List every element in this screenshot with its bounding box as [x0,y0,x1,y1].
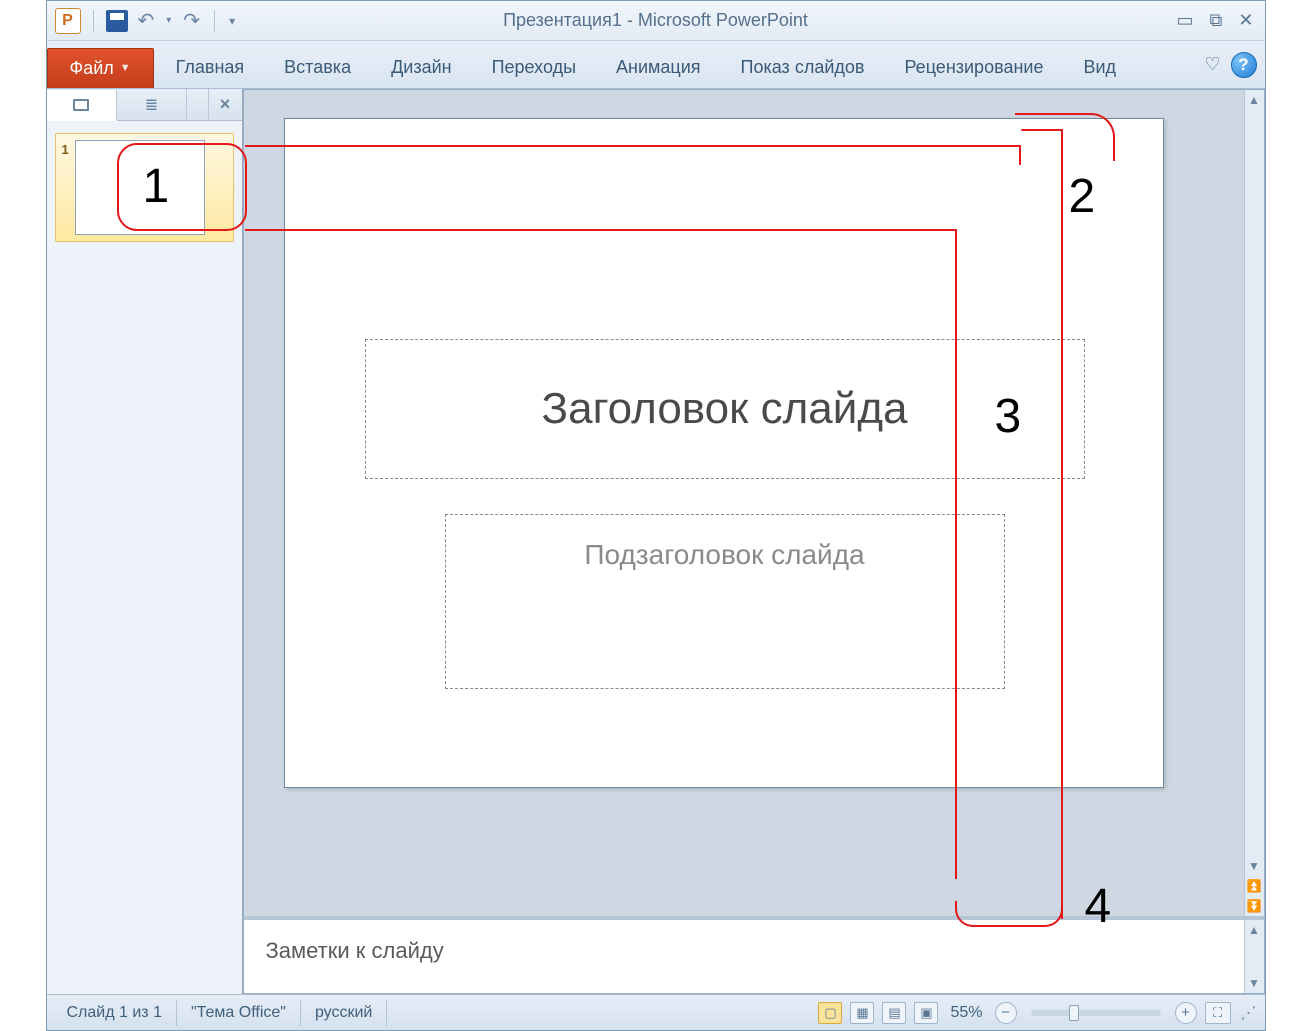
thumbnail-number: 1 [62,140,69,157]
zoom-out-button[interactable]: − [995,1002,1017,1024]
view-slideshow-button[interactable]: ▣ [914,1002,938,1024]
vertical-scrollbar[interactable]: ▲ ▼ ⏫ ⏬ [1244,90,1264,916]
notes-placeholder-text: Заметки к слайду [266,938,444,963]
tab-view[interactable]: Вид [1065,48,1134,88]
file-tab[interactable]: Файл ▼ [47,48,154,88]
undo-dropdown-icon[interactable]: ▾ [164,16,173,26]
undo-icon[interactable]: ↶ [136,11,157,31]
status-slide-count[interactable]: Слайд 1 из 1 [53,1000,177,1026]
zoom-level-label[interactable]: 55% [950,1004,982,1022]
minimize-button[interactable]: ▭ [1174,9,1197,32]
redo-icon[interactable]: ↷ [181,11,202,31]
slide-canvas[interactable]: Заголовок слайда Подзаголовок слайда [284,118,1164,788]
notes-scroll-up-icon[interactable]: ▲ [1245,920,1264,940]
thumbnails-tab-slides[interactable] [47,90,117,121]
scroll-down-icon[interactable]: ▼ [1245,856,1264,876]
ribbon-tabs: Файл ▼ Главная Вставка Дизайн Переходы А… [47,41,1265,89]
scroll-up-icon[interactable]: ▲ [1245,90,1264,110]
status-bar: Слайд 1 из 1 "Тема Office" русский ▢ ▦ ▤… [47,994,1265,1030]
thumbnail-item[interactable]: 1 [55,133,234,242]
subtitle-placeholder-text: Подзаголовок слайда [584,539,864,571]
slide-area: Заголовок слайда Подзаголовок слайда ▲ ▼… [243,89,1265,994]
tab-design[interactable]: Дизайн [373,48,470,88]
qat-separator-2 [214,10,215,32]
zoom-in-button[interactable]: + [1175,1002,1197,1024]
tab-slideshow[interactable]: Показ слайдов [723,48,883,88]
workspace: ≣ × 1 Заголовок слайда Подзаголово [47,89,1265,994]
view-normal-button[interactable]: ▢ [818,1002,842,1024]
customize-qat-icon[interactable]: ▾ [227,15,237,27]
help-button[interactable]: ? [1231,52,1257,78]
tab-animation[interactable]: Анимация [598,48,719,88]
outline-tab-icon: ≣ [145,95,157,115]
thumbnails-list: 1 [47,121,242,994]
thumbnails-tab-outline[interactable]: ≣ [117,89,187,120]
title-placeholder[interactable]: Заголовок слайда [365,339,1085,479]
tab-transitions[interactable]: Переходы [474,48,594,88]
tab-home[interactable]: Главная [158,48,263,88]
qat-separator [93,10,94,32]
title-placeholder-text: Заголовок слайда [542,384,908,434]
notes-scroll-down-icon[interactable]: ▼ [1245,973,1264,993]
thumbnail-preview [75,140,205,235]
resize-grip-icon[interactable]: ⋰ [1239,1003,1259,1023]
status-language[interactable]: русский [301,1000,387,1026]
zoom-slider[interactable] [1031,1010,1161,1016]
status-theme[interactable]: "Тема Office" [177,1000,301,1026]
thumbnails-header: ≣ × [47,89,242,121]
prev-slide-icon[interactable]: ⏫ [1245,876,1264,896]
app-window: P ↶ ▾ ↷ ▾ Презентация1 - Microsoft Power… [46,0,1266,1031]
close-button[interactable]: ✕ [1235,9,1256,32]
title-bar: P ↶ ▾ ↷ ▾ Презентация1 - Microsoft Power… [47,1,1265,41]
file-tab-dropdown-icon: ▼ [120,62,131,74]
fit-to-window-button[interactable]: ⛶ [1205,1002,1231,1024]
thumbnails-pane: ≣ × 1 [47,89,243,994]
zoom-slider-handle[interactable] [1069,1005,1079,1021]
next-slide-icon[interactable]: ⏬ [1245,896,1264,916]
view-sorter-button[interactable]: ▦ [850,1002,874,1024]
tab-review[interactable]: Рецензирование [886,48,1061,88]
subtitle-placeholder[interactable]: Подзаголовок слайда [445,514,1005,689]
powerpoint-app-icon[interactable]: P [55,8,81,34]
view-reading-button[interactable]: ▤ [882,1002,906,1024]
notes-scrollbar[interactable]: ▲ ▼ [1244,920,1264,993]
slide-viewport: Заголовок слайда Подзаголовок слайда ▲ ▼… [243,89,1265,916]
save-icon[interactable] [106,10,128,32]
notes-pane[interactable]: Заметки к слайду ▲ ▼ [243,916,1265,994]
status-right: ▢ ▦ ▤ ▣ 55% − + ⛶ ⋰ [818,1002,1258,1024]
slides-tab-icon [73,99,89,111]
window-controls: ▭ ⧉ ✕ [1174,9,1257,32]
tab-insert[interactable]: Вставка [266,48,369,88]
maximize-button[interactable]: ⧉ [1207,9,1226,32]
thumbnails-close-button[interactable]: × [208,89,242,120]
file-tab-label: Файл [70,58,114,79]
minimize-ribbon-icon[interactable]: ♡ [1204,54,1220,75]
quick-access-toolbar: P ↶ ▾ ↷ ▾ [55,8,238,34]
